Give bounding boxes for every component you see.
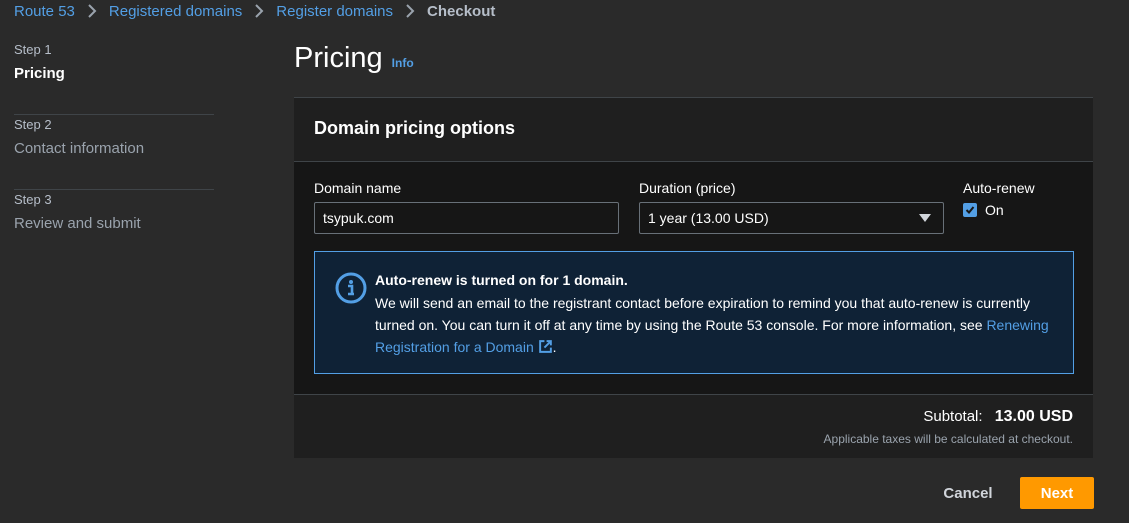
domain-name-field: Domain name xyxy=(314,180,619,234)
chevron-right-icon xyxy=(405,4,415,18)
alert-body-text: We will send an email to the registrant … xyxy=(375,295,1030,333)
duration-selected-value: 1 year (13.00 USD) xyxy=(648,210,769,226)
external-link-icon xyxy=(538,340,552,353)
domain-name-label: Domain name xyxy=(314,180,402,196)
alert-body: We will send an email to the registrant … xyxy=(375,292,1053,358)
checkout-page: Route 53 Registered domains Register dom… xyxy=(0,0,1129,523)
pricing-fields: Domain name Duration (price) 1 year (13.… xyxy=(314,180,1073,240)
alert-body-end: . xyxy=(552,339,557,355)
duration-label: Duration (price) xyxy=(639,180,736,196)
page-title: Pricing xyxy=(294,42,383,74)
duration-field: Duration (price) 1 year (13.00 USD) xyxy=(639,180,944,234)
checkmark-icon xyxy=(965,206,975,214)
auto-renew-state: On xyxy=(985,202,1004,218)
page-header: Pricing Info xyxy=(294,42,414,75)
step-title: Pricing xyxy=(14,65,65,82)
auto-renew-toggle[interactable]: On xyxy=(963,202,1093,218)
step-number: Step 3 xyxy=(14,192,52,207)
info-link[interactable]: Info xyxy=(392,56,414,70)
subtotal: Subtotal: 13.00 USD xyxy=(294,408,1073,426)
breadcrumb-registered-domains[interactable]: Registered domains xyxy=(109,3,242,20)
auto-renew-label: Auto-renew xyxy=(963,180,1035,196)
panel-footer: Subtotal: 13.00 USD Applicable taxes wil… xyxy=(294,394,1093,458)
chevron-right-icon xyxy=(87,4,97,18)
step-pricing[interactable]: Step 1 Pricing xyxy=(14,40,214,115)
panel-header: Domain pricing options xyxy=(294,98,1093,162)
auto-renew-field: Auto-renew On xyxy=(963,180,1093,218)
tax-note: Applicable taxes will be calculated at c… xyxy=(823,432,1073,446)
next-button[interactable]: Next xyxy=(1020,477,1094,509)
step-title: Contact information xyxy=(14,140,145,157)
step-number: Step 1 xyxy=(14,42,52,57)
breadcrumb-current: Checkout xyxy=(427,2,496,20)
auto-renew-checkbox[interactable] xyxy=(963,203,977,217)
caret-down-icon xyxy=(919,214,931,222)
domain-pricing-panel: Domain pricing options Domain name Durat… xyxy=(294,97,1093,458)
breadcrumb: Route 53 Registered domains Register dom… xyxy=(14,0,495,22)
auto-renew-info-alert: Auto-renew is turned on for 1 domain. We… xyxy=(314,251,1074,374)
step-contact-information[interactable]: Step 2 Contact information xyxy=(14,115,214,190)
step-title: Review and submit xyxy=(14,215,141,232)
breadcrumb-register-domains[interactable]: Register domains xyxy=(276,3,393,20)
info-circle-icon xyxy=(335,272,367,304)
subtotal-value: 13.00 USD xyxy=(994,408,1073,425)
step-review-and-submit[interactable]: Step 3 Review and submit xyxy=(14,190,214,265)
cancel-button[interactable]: Cancel xyxy=(932,477,1004,509)
wizard-steps: Step 1 Pricing Step 2 Contact informatio… xyxy=(14,40,214,265)
panel-title: Domain pricing options xyxy=(314,118,515,138)
subtotal-label: Subtotal: xyxy=(923,408,983,425)
breadcrumb-route53[interactable]: Route 53 xyxy=(14,3,75,20)
alert-title: Auto-renew is turned on for 1 domain. xyxy=(375,272,628,288)
chevron-right-icon xyxy=(254,4,264,18)
step-number: Step 2 xyxy=(14,117,52,132)
domain-name-input[interactable] xyxy=(314,202,619,234)
duration-select[interactable]: 1 year (13.00 USD) xyxy=(639,202,944,234)
